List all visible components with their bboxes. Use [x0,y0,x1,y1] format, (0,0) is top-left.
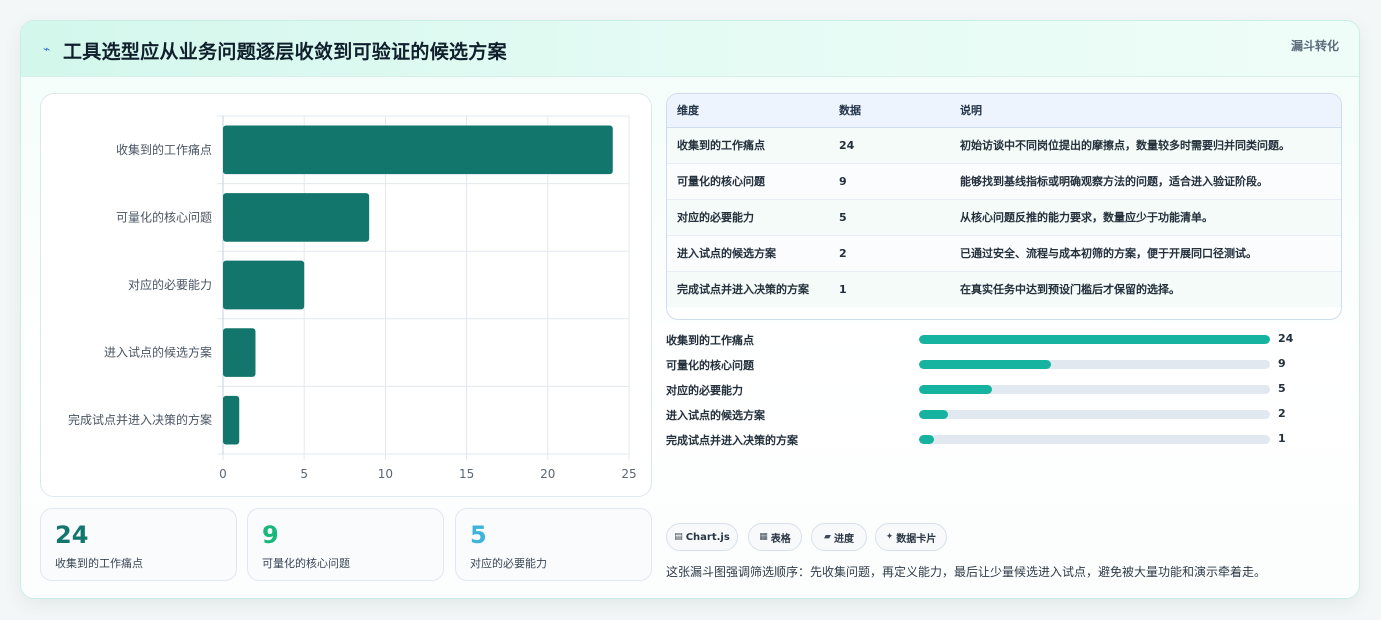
table-cell: 从核心问题反推的能力要求，数量应少于功能清单。 [950,199,1341,236]
card-header: ⌁ 工具选型应从业务问题逐层收敛到可验证的候选方案 漏斗转化 [21,21,1359,77]
y-category-label: 进入试点的候选方案 [104,345,212,360]
table-icon: ▦ [759,532,768,542]
progress-row: 可量化的核心问题 9 [666,354,1342,379]
progress-track [919,385,1270,394]
chip-label: 进度 [833,533,854,545]
x-tick-label: 15 [459,467,474,481]
table-cell: 2 [829,235,950,272]
bar [223,260,305,310]
progress-label: 进入试点的候选方案 [666,409,765,422]
progress-value: 24 [1278,332,1294,345]
progress-track [919,435,1270,444]
table-row: 可量化的核心问题 9 能够找到基线指标或明确观察方法的问题，适合进入验证阶段。 [667,163,1341,200]
table-cell: 可量化的核心问题 [667,163,829,200]
kpi-card-3: 5 对应的必要能力 [455,508,652,581]
progress-label: 完成试点并进入决策的方案 [666,434,798,447]
progress-list: 收集到的工作痛点 24 可量化的核心问题 9 对应的必要能力 5 进入试点的候选… [666,329,1342,454]
bar [223,395,240,445]
bar [223,193,370,242]
footnote: 这张漏斗图强调筛选顺序：先收集问题，再定义能力，最后让少量候选进入试点，避免被大… [666,565,1267,579]
chip-chartjs[interactable]: ▤ Chart.js [666,523,738,551]
chip-progress[interactable]: ▰ 进度 [811,523,867,551]
card-tag: 漏斗转化 [1290,39,1339,53]
progress-icon: ▰ [824,532,831,542]
column-header: 数据 [829,94,950,128]
progress-fill [919,410,949,419]
kpi-card-2: 9 可量化的核心问题 [247,508,444,581]
bar [223,125,613,175]
table-row: 对应的必要能力 5 从核心问题反推的能力要求，数量应少于功能清单。 [667,199,1341,236]
table-cell: 对应的必要能力 [667,199,829,236]
chart-icon: ▤ [674,532,683,542]
card-title: 工具选型应从业务问题逐层收敛到可验证的候选方案 [63,41,507,63]
kpi-label: 对应的必要能力 [470,557,547,570]
table-cell: 1 [839,282,847,296]
progress-row: 完成试点并进入决策的方案 1 [666,429,1342,454]
kpi-value: 5 [470,521,487,549]
progress-row: 对应的必要能力 5 [666,379,1342,404]
progress-track [919,335,1270,344]
x-tick-label: 25 [621,467,636,481]
bar-chart: 0 5 10 15 20 25 收集到的工作痛点可量化的核心问题对应的必要能力进入试点的候选… [68,115,637,481]
table-row: 进入试点的候选方案 2 已通过安全、流程与成本初筛的方案，便于开展同口径测试。 [667,235,1341,272]
column-header: 维度 [667,94,829,128]
y-category-label: 完成试点并进入决策的方案 [68,412,212,427]
progress-label: 可量化的核心问题 [666,359,754,372]
progress-label: 收集到的工作痛点 [666,334,754,347]
table-cell: 完成试点并进入决策的方案 [677,282,809,296]
x-tick-label: 5 [300,467,308,481]
progress-track [919,410,1270,419]
x-tick-label: 0 [219,467,227,481]
kpi-card-1: 24 收集到的工作痛点 [40,508,237,581]
x-tick-label: 10 [378,467,393,481]
progress-fill [919,360,1051,369]
y-category-label: 可量化的核心问题 [116,209,212,224]
funnel-card: ⌁ 工具选型应从业务问题逐层收敛到可验证的候选方案 漏斗转化 0 5 10 15 20 2… [20,20,1360,599]
table-cell: 进入试点的候选方案 [667,235,829,272]
y-category-label: 收集到的工作痛点 [116,142,212,157]
progress-fill [919,435,934,444]
progress-value: 1 [1278,432,1286,445]
progress-value: 5 [1278,382,1286,395]
table-cell: 在真实任务中达到预设门槛后才保留的选择。 [960,282,1180,296]
progress-row: 进入试点的候选方案 2 [666,404,1342,429]
kpi-value: 9 [262,521,279,549]
progress-value: 2 [1278,407,1286,420]
table-cell: 能够找到基线指标或明确观察方法的问题，适合进入验证阶段。 [950,163,1341,200]
table-cell: 5 [829,199,950,236]
chip-label: 数据卡片 [896,533,937,545]
table-cell: 初始访谈中不同岗位提出的摩擦点，数量较多时需要归并同类问题。 [950,127,1341,164]
bolt-icon: ⌁ [43,42,51,56]
progress-label: 对应的必要能力 [666,384,743,397]
data-table: 维度 数据 说明 收集到的工作痛点 24 初始访谈中不同岗位提出的摩擦点，数量较… [667,94,1341,307]
sparkle-icon: ✦ [885,532,894,542]
y-category-label: 对应的必要能力 [128,277,212,292]
table-row: 完成试点并进入决策的方案 1 在真实任务中达到预设门槛后才保留的选择。 [667,271,1341,307]
kpi-label: 收集到的工作痛点 [55,557,143,570]
chip-label: Chart.js [685,531,730,543]
chip-table[interactable]: ▦ 表格 [748,523,802,551]
data-table-panel: 维度 数据 说明 收集到的工作痛点 24 初始访谈中不同岗位提出的摩擦点，数量较… [666,93,1342,320]
progress-value: 9 [1278,357,1286,370]
progress-fill [919,385,993,394]
progress-row: 收集到的工作痛点 24 [666,329,1342,354]
chip-data-cards[interactable]: ✦ 数据卡片 [875,523,947,551]
x-tick-label: 20 [540,467,555,481]
table-cell: 收集到的工作痛点 [667,127,829,164]
chip-label: 表格 [770,533,791,545]
progress-fill [919,335,1270,344]
table-cell: 已通过安全、流程与成本初筛的方案，便于开展同口径测试。 [950,235,1341,272]
kpi-value: 24 [55,521,89,549]
kpi-label: 可量化的核心问题 [262,557,350,570]
bar [223,328,256,377]
column-header: 说明 [950,94,1341,128]
table-cell: 9 [829,163,950,200]
table-row: 收集到的工作痛点 24 初始访谈中不同岗位提出的摩擦点，数量较多时需要归并同类问… [667,127,1341,164]
progress-track [919,360,1270,369]
table-header-row: 维度 数据 说明 [667,94,1341,128]
bar-chart-panel: 0 5 10 15 20 25 收集到的工作痛点 可量化的核心问题对应的必要能力进入试点的候选… [40,93,652,497]
table-cell: 24 [829,127,950,164]
